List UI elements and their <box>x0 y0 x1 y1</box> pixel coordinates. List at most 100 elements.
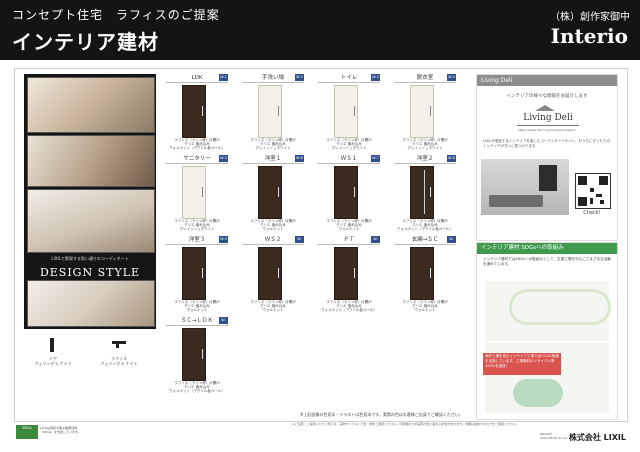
design-style-brochure: LIXILで実現する思い通りのコーディネート DESIGN STYLE <box>24 74 156 329</box>
door-card: 洋室１ W-6 ラフィス（ライン枠）片開戸 クリエ 嵌め込み ウォルナット <box>242 155 304 231</box>
door-caption: ラフィス（ライン枠）片開戸 クリエ 嵌め込み ウォルナット <box>250 219 296 232</box>
door-image <box>258 166 282 219</box>
door-handle-icon <box>202 268 203 278</box>
door-code-badge: W-7 <box>371 155 380 162</box>
client-name: （株）創作家御中 <box>550 12 630 23</box>
door-image <box>182 328 206 381</box>
concept-title: コンセプト住宅 ラフィスのご提案 <box>12 8 220 22</box>
door-caption: ラフィス（ライン枠）片開戸 クリエ 嵌め込み ウォルナット <box>174 300 220 313</box>
door-handle-icon <box>278 106 279 116</box>
sdgs-badge-icon: SDGs <box>16 425 38 439</box>
door-handle-icon <box>202 106 203 116</box>
document-id: NB0609 2021/06/30 21:34 <box>540 432 567 440</box>
door-card: ＳＣ→ＬＤＫ W-13 ラフィス（ライン枠）片開戸 クリエ 嵌め込み ウォルナット（… <box>166 317 228 393</box>
sdgs-header: インテリア建材 SDGsへの取組み <box>477 243 617 254</box>
sdgs-badge-text: LIXILは持続可能な開発目標（SDGs）を支援しています。 <box>40 426 81 434</box>
door-caption: ラフィス（ライン枠）片開戸 クリエ 嵌め込み ウォルナット（アクリル板ペール） <box>321 300 377 313</box>
door-card: LDK W-1 ラフィス（ライン枠）片開戸 クリエ 嵌め込み ウォルナット（アクリル… <box>166 74 228 150</box>
disclaimer: ※上記画像の色見本・イラストは色見本です。実際の色はお客様ご自身でご確認ください… <box>300 412 463 417</box>
sofa-shape <box>489 195 543 207</box>
door-code-badge: W-1 <box>219 74 228 81</box>
door-caption: ラフィス（ライン枠）片開戸 クリエ 嵌め込み グレイッシュホワイト <box>326 138 372 151</box>
living-deli-description: LIXILが運営するインテリアを楽しむコーディネートサイト。おうちにぴったりのイ… <box>483 139 611 148</box>
door-caption: ラフィス（ライン枠）片開戸 クリエ 嵌め込み ウォルナット <box>402 300 448 313</box>
door-code-badge: W-5 <box>219 155 228 162</box>
brochure-subtitle: LIXILで実現する思い通りのコーディネート <box>51 256 129 261</box>
door-glass-strip <box>424 170 425 214</box>
door-handle-icon <box>430 106 431 116</box>
sdgs-text: インテリア建材ではSDGsへの取組みとして、生産工場を中心にさまざまな活動を進め… <box>483 257 611 266</box>
door-caption: ラフィス（ライン枠）片開戸 クリエ 嵌め込み ウォルナット（アクリル板ペール） <box>169 381 225 394</box>
door-code-badge: W-13 <box>219 317 228 329</box>
door-caption: ラフィス（ライン枠）片開戸 クリエ 嵌め込み ウォルナット <box>326 219 372 232</box>
brand-logo: Interio <box>550 24 628 48</box>
brochure-title: DESIGN STYLE <box>39 266 141 279</box>
door-card: トイレ W-3 ラフィス（ライン枠）片開戸 クリエ 嵌め込み グレイッシュホワイト <box>318 74 380 150</box>
door-image <box>334 166 358 219</box>
recycle-ring-icon <box>509 289 611 325</box>
sdgs-panel: インテリア建材 SDGsへの取組み インテリア建材ではSDGsへの取組みとして、… <box>476 242 618 420</box>
door-handle-icon <box>430 187 431 197</box>
door-card: 手洗い場 W-2 ラフィス（ライン枠）片開戸 クリエ 嵌め込み グレイッシュホワイト <box>242 74 304 150</box>
door-card: 玄関→ＳＣ W-12 ラフィス（ライン枠）片開戸 クリエ 嵌め込み ウォルナット <box>394 236 456 312</box>
door-image <box>410 166 434 219</box>
handle-label: ラフィス フェリングラ ナイト <box>100 356 138 366</box>
door-handle-icon <box>354 187 355 197</box>
door-caption: ラフィス（ライン枠）片開戸 クリエ 嵌め込み ウォルナット（アクリル板ペール） <box>397 219 453 232</box>
door-image <box>182 247 206 300</box>
brochure-photo-living <box>27 77 155 133</box>
handle-label: ドア フェリングラ ナイト <box>34 356 72 366</box>
check-label: Check! <box>583 210 601 216</box>
door-card: ＷＳ１ W-7 ラフィス（ライン枠）片開戸 クリエ 嵌め込み ウォルナット <box>318 155 380 231</box>
door-handle-icon <box>354 106 355 116</box>
sdgs-note: 海外工場を含むインテリア工場ではCO2の削減を目指しています。工場廃材のリサイク… <box>483 353 561 375</box>
house-roof-icon <box>535 105 555 111</box>
living-deli-info: インテリアの様々な情報をお届けします <box>506 94 588 99</box>
door-handle-icon <box>278 268 279 278</box>
door-code-badge: W-12 <box>447 236 456 248</box>
door-image <box>258 247 282 300</box>
door-card: ＰＴ W-11 ラフィス（ライン枠）片開戸 クリエ 嵌め込み ウォルナット（アクリル… <box>318 236 380 312</box>
door-code-badge: W-6 <box>295 155 304 162</box>
lever-handle-base <box>116 341 119 348</box>
brochure-photo-bedroom <box>27 280 155 327</box>
footer-notes: ※ご注意：ご採用いただく際には、実物サンプルにて色・柄をご確認ください。印刷物の… <box>292 422 520 426</box>
door-code-badge: W-4 <box>447 74 456 81</box>
door-code-badge: W-11 <box>371 236 380 248</box>
door-card: ＷＳ２ W-10 ラフィス（ライン枠）片開戸 クリエ 嵌め込み ウォルナット <box>242 236 304 312</box>
green-circle-shape <box>513 379 563 407</box>
lever-handle-icon <box>112 341 126 344</box>
door-card: サニタリー W-5 ラフィス（ライン枠）片開戸 クリエ 嵌め込み グレイッシュホワイ… <box>166 155 228 231</box>
page-title: インテリア建材 <box>12 30 159 54</box>
door-image <box>410 247 434 300</box>
living-deli-url[interactable]: https://www.lixil.co.jp/lineup/livingdel… <box>481 128 613 132</box>
door-image <box>334 247 358 300</box>
door-caption: ラフィス（ライン枠）片開戸 クリエ 嵌め込み ウォルナット（アクリル板ペール） <box>169 138 225 151</box>
door-caption: ラフィス（ライン枠）片開戸 クリエ 嵌め込み グレイッシュホワイト <box>250 138 296 151</box>
door-handle-icon <box>430 268 431 278</box>
living-deli-panel: Living Deli インテリアの様々な情報をお届けします Living De… <box>476 74 618 241</box>
door-image <box>334 85 358 138</box>
door-handle-icon <box>278 187 279 197</box>
door-handle-icon <box>202 349 203 359</box>
door-code-badge: W-10 <box>295 236 304 248</box>
door-code-badge: W-3 <box>371 74 380 81</box>
door-card: 洋室２ W-8 ラフィス（ライン枠）片開戸 クリエ 嵌め込み ウォルナット（アクリル… <box>394 155 456 231</box>
door-code-badge: W-2 <box>295 74 304 81</box>
door-image <box>182 166 206 219</box>
door-handle-icon <box>354 268 355 278</box>
door-handle-icon <box>50 338 54 352</box>
door-card: 洋室３ W-9 ラフィス（ライン枠）片開戸 クリエ 嵌め込み ウォルナット <box>166 236 228 312</box>
factory-illustration <box>485 281 611 341</box>
door-handle-icon <box>202 187 203 197</box>
qr-code-icon[interactable] <box>575 173 611 209</box>
door-code-badge: W-8 <box>447 155 456 162</box>
brochure-photo-room <box>27 189 155 253</box>
door-image <box>410 85 434 138</box>
door-shape <box>539 165 557 191</box>
interior-photo <box>481 159 569 215</box>
living-deli-header: Living Deli <box>477 75 617 86</box>
door-image <box>182 85 206 138</box>
door-card: 脱衣室 W-4 ラフィス（ライン枠）片開戸 クリエ 嵌め込み グレイッシュホワイト <box>394 74 456 150</box>
door-caption: ラフィス（ライン枠）片開戸 クリエ 嵌め込み グレイッシュホワイト <box>402 138 448 151</box>
